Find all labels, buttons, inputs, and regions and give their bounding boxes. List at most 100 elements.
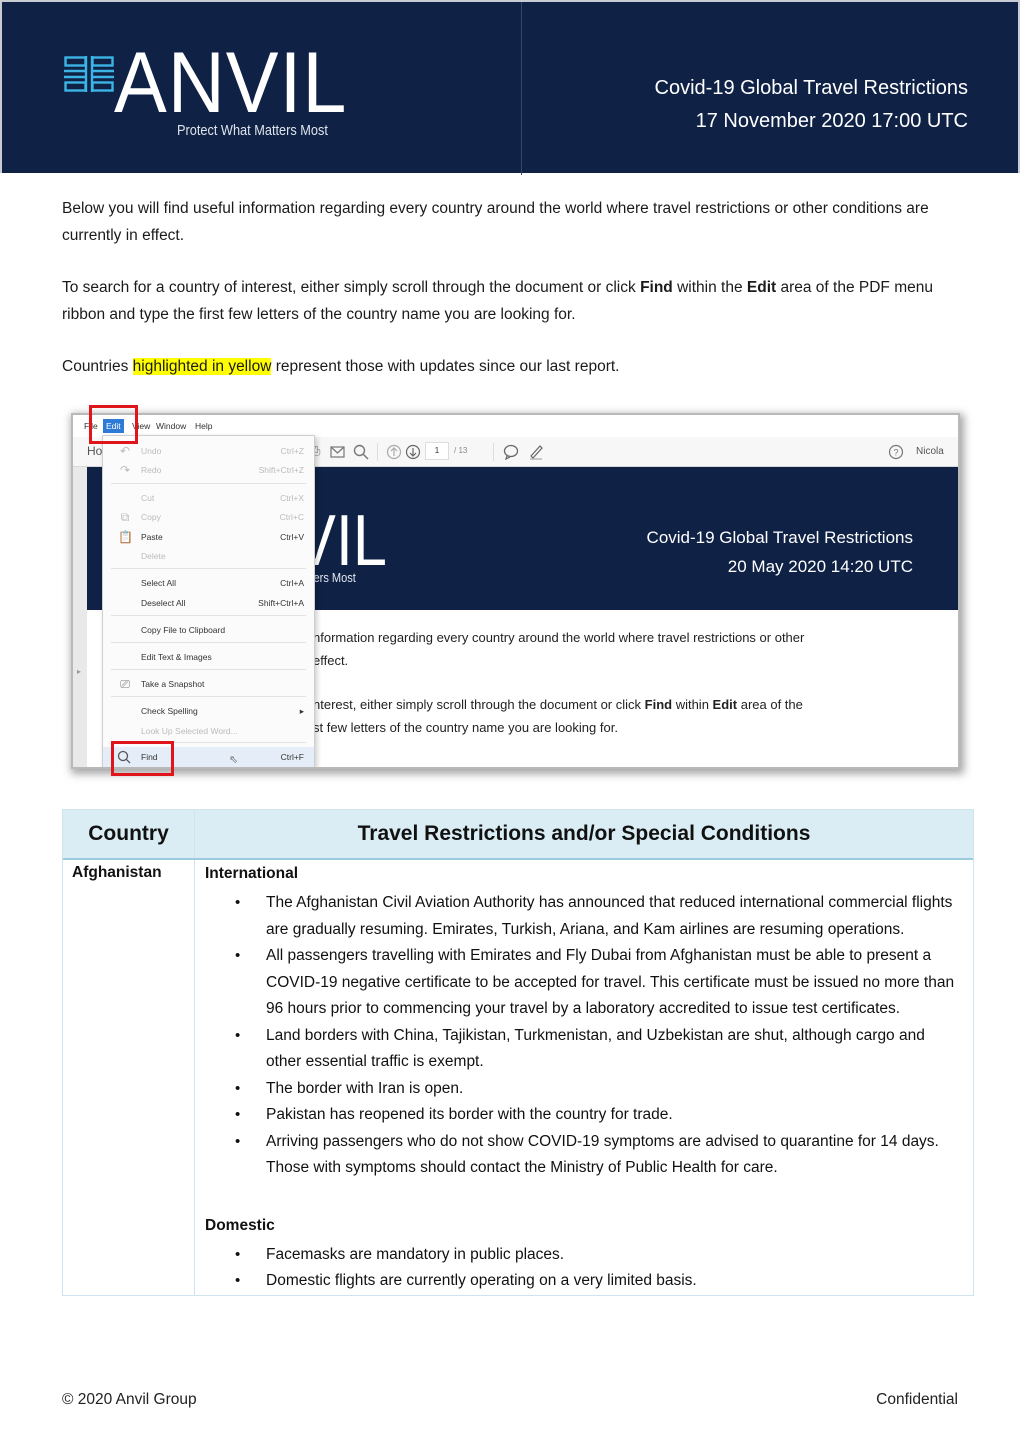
shot-doc-text: nformation regarding every country aroun…: [313, 627, 933, 739]
highlight-sample: highlighted in yellow: [132, 358, 272, 375]
shot-doc-line-1: nformation regarding every country aroun…: [313, 630, 805, 645]
text-run: represent those with updates since our l…: [271, 358, 620, 375]
shot-left-rail: ▸: [73, 467, 87, 767]
header-banner: ANVIL Protect What Matters Most Covid-19…: [0, 0, 1020, 175]
menu-label: Cut: [141, 493, 155, 503]
shot-page-up-icon: [386, 444, 402, 460]
list-item: All passengers travelling with Emirates …: [205, 943, 963, 1023]
menu-label: Take a Snapshot: [141, 679, 205, 689]
shot-page-input: 1: [425, 442, 449, 460]
menu-item-edit-text: Edit Text & Images: [103, 647, 314, 667]
intro-text: Below you will find useful information r…: [62, 196, 962, 407]
column-header-restrictions: Travel Restrictions and/or Special Condi…: [357, 822, 811, 845]
find-keyword: Find: [640, 279, 673, 296]
text-run: nterest, either simply scroll through th…: [313, 697, 645, 712]
menu-shortcut: Ctrl+C: [279, 512, 304, 522]
column-header-country: Country: [63, 810, 195, 858]
menu-item-check-spelling: Check Spelling ▸: [103, 701, 314, 721]
menu-separator: [111, 483, 306, 484]
list-item: Land borders with China, Tajikistan, Tur…: [205, 1023, 963, 1076]
menu-item-delete: Delete: [103, 546, 314, 566]
shot-pen-icon: [530, 445, 543, 460]
list-item: The border with Iran is open.: [205, 1076, 963, 1103]
mouse-cursor-icon: ⇖: [229, 754, 239, 766]
banner-divider: [521, 2, 522, 175]
undo-icon: ↶: [119, 444, 131, 458]
paste-icon: 📋: [118, 530, 133, 544]
menu-shortcut: Ctrl+X: [280, 493, 304, 503]
text-run: within: [672, 697, 713, 712]
country-restrictions: International The Afghanistan Civil Avia…: [195, 860, 973, 1295]
menu-item-look-up: Look Up Selected Word...: [103, 721, 314, 741]
edit-keyword: Edit: [746, 279, 777, 296]
copy-icon: ⧉: [120, 510, 130, 524]
shot-doc-line-4: st few letters of the country name you a…: [313, 719, 618, 735]
list-item: Pakistan has reopened its border with th…: [205, 1102, 963, 1129]
shot-toolbar-separator: [377, 443, 378, 461]
shot-search-icon: [353, 444, 369, 460]
report-title-block: Covid-19 Global Travel Restrictions 17 N…: [655, 72, 968, 138]
list-item: Arriving passengers who do not show COVI…: [205, 1129, 963, 1182]
svg-text:?: ?: [893, 448, 898, 458]
logo-wordmark: ANVIL: [114, 35, 348, 131]
camera-icon: ⎚: [120, 677, 130, 691]
menu-item-redo: ↷ Redo Shift+Ctrl+Z: [103, 460, 314, 480]
intro-paragraph-1: Below you will find useful information r…: [62, 200, 929, 244]
shot-comment-icon: [503, 444, 519, 460]
edit-keyword: Edit: [712, 697, 738, 712]
footer-copyright: © 2020 Anvil Group: [62, 1391, 197, 1408]
international-list: The Afghanistan Civil Aviation Authority…: [205, 890, 963, 1182]
list-item: Facemasks are mandatory in public places…: [205, 1242, 963, 1269]
menu-label: Undo: [141, 446, 162, 456]
shot-menu-help: Help: [195, 421, 213, 431]
menu-label: Select All: [141, 578, 176, 588]
menu-item-snapshot: ⎚ Take a Snapshot: [103, 674, 314, 694]
shot-doc-title-block: Covid-19 Global Travel Restrictions 20 M…: [647, 523, 913, 581]
shot-doc-line-3: nterest, either simply scroll through th…: [313, 694, 933, 717]
shot-doc-date: 20 May 2020 14:20 UTC: [727, 557, 913, 576]
menu-item-deselect-all: Deselect All Shift+Ctrl+A: [103, 593, 314, 613]
menu-label: Copy: [141, 512, 161, 522]
menu-label: Check Spelling: [141, 706, 198, 716]
menu-shortcut: Ctrl+Z: [280, 446, 304, 456]
shot-doc-title: Covid-19 Global Travel Restrictions: [646, 528, 913, 547]
domestic-list: Facemasks are mandatory in public places…: [205, 1242, 963, 1295]
table-row: Afghanistan International The Afghanista…: [63, 860, 973, 1295]
menu-separator: [111, 568, 306, 569]
report-date: 17 November 2020 17:00 UTC: [695, 110, 968, 132]
logo-tagline: Protect What Matters Most: [177, 122, 328, 139]
shot-toolbar-separator: [493, 443, 494, 461]
section-title-international: International: [205, 865, 299, 882]
menu-item-undo: ↶ Undo Ctrl+Z: [103, 441, 314, 461]
text-run: within the: [672, 279, 747, 296]
menu-label: Paste: [141, 532, 163, 542]
redo-icon: ↷: [119, 463, 131, 477]
shot-home-tab: Ho: [87, 444, 103, 458]
menu-separator: [111, 696, 306, 697]
menu-separator: [111, 669, 306, 670]
shot-page-down-icon: [405, 444, 421, 460]
list-item: Domestic flights are currently operating…: [205, 1268, 963, 1295]
menu-separator: [111, 615, 306, 616]
report-title: Covid-19 Global Travel Restrictions: [654, 77, 968, 99]
shot-username: Nicola: [916, 446, 944, 457]
intro-paragraph-3: Countries highlighted in yellow represen…: [62, 354, 962, 381]
menu-separator: [111, 642, 306, 643]
text-run: area of the: [737, 697, 803, 712]
shot-doc-line-2: effect.: [313, 652, 349, 668]
anvil-logo-mark-icon: [64, 56, 114, 92]
menu-label: Delete: [141, 551, 166, 561]
menu-label: Deselect All: [141, 598, 186, 608]
menu-item-paste: 📋 Paste Ctrl+V: [103, 527, 314, 547]
list-item: The Afghanistan Civil Aviation Authority…: [205, 890, 963, 943]
menu-shortcut: Ctrl+V: [280, 532, 304, 542]
menu-label: Copy File to Clipboard: [141, 625, 226, 635]
menu-item-select-all: Select All Ctrl+A: [103, 573, 314, 593]
country-name: Afghanistan: [63, 860, 195, 1295]
shot-menu-window: Window: [156, 421, 187, 431]
submenu-arrow-icon: ▸: [299, 706, 304, 716]
menu-shortcut: Ctrl+A: [280, 578, 304, 588]
section-title-domestic: Domestic: [205, 1216, 275, 1234]
intro-paragraph-2: To search for a country of interest, eit…: [62, 275, 962, 328]
